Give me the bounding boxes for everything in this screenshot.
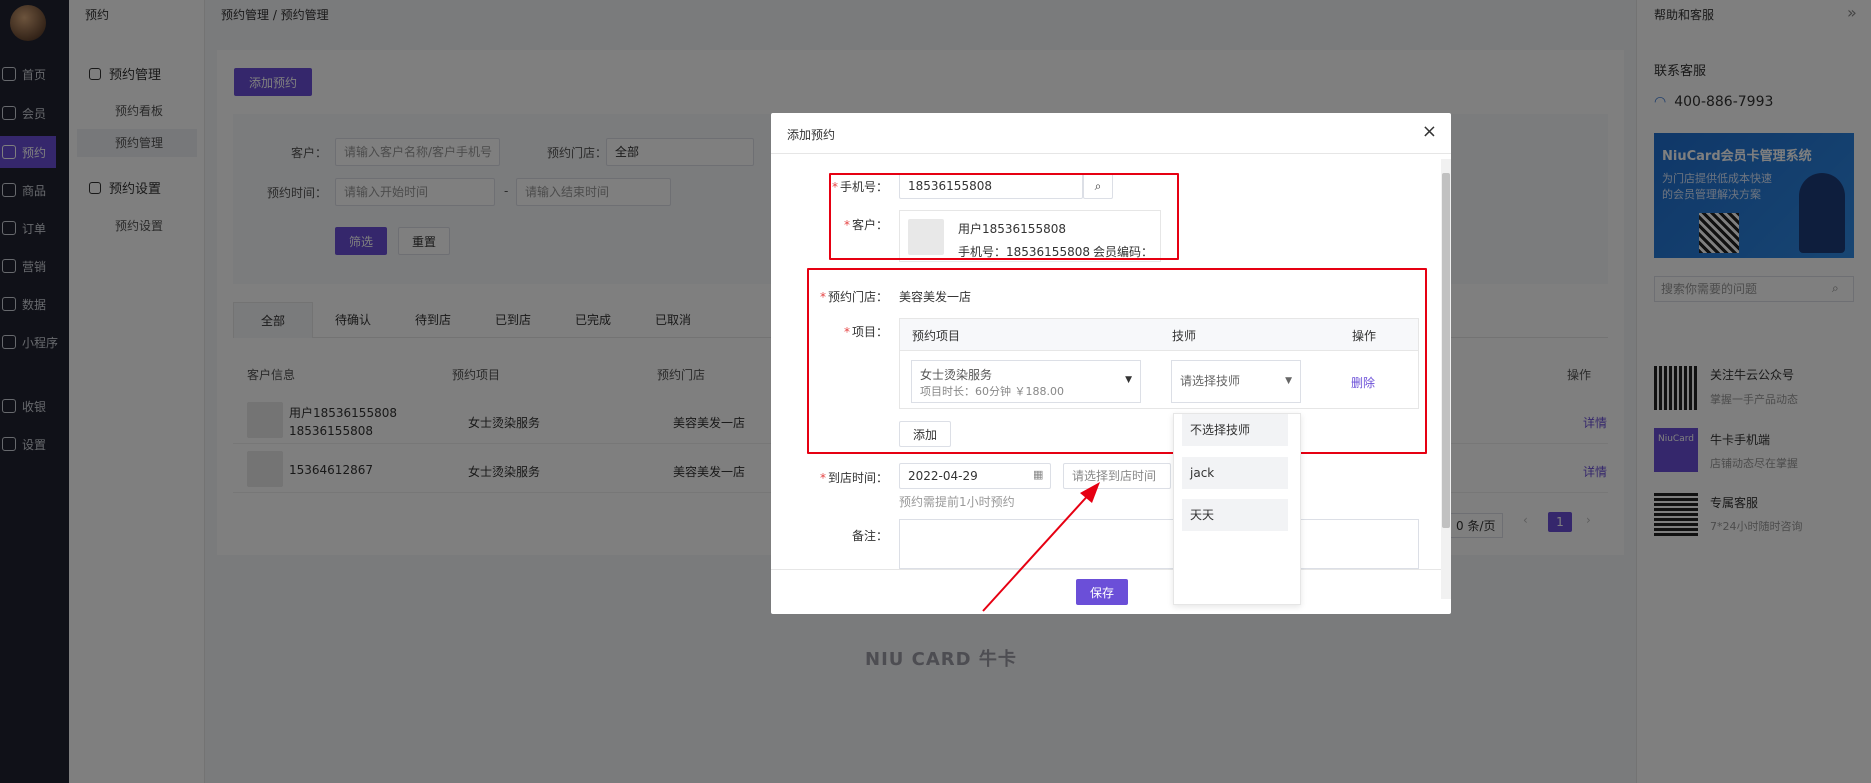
dropdown-option[interactable]: 天天 (1182, 499, 1288, 531)
divider (771, 569, 1441, 570)
arrival-label: * 到店时间： (819, 471, 888, 485)
annotation-box-customer (829, 173, 1179, 260)
dropdown-option[interactable]: 不选择技师 (1182, 414, 1288, 446)
arrival-hint: 预约需提前1小时预约 (899, 495, 1015, 509)
add-booking-modal: 添加预约 × * 手机号： 18536155808 ⌕ * 客户： 用户185361… (771, 113, 1451, 614)
divider (771, 153, 1451, 154)
modal-title: 添加预约 (787, 128, 836, 142)
arrival-date-input[interactable]: 2022-04-29 (899, 463, 1051, 489)
close-icon[interactable]: × (1422, 121, 1437, 142)
scrollbar-thumb[interactable] (1442, 173, 1450, 528)
remark-textarea[interactable] (899, 519, 1419, 569)
modal-scrollbar[interactable] (1441, 159, 1451, 599)
arrival-time-input[interactable]: 请选择到店时间 (1063, 463, 1171, 489)
calendar-icon: ▦ (1033, 468, 1044, 481)
remark-label: 备注： (851, 529, 888, 543)
dropdown-option[interactable]: jack (1182, 457, 1288, 489)
technician-dropdown: 不选择技师 jack 天天 (1173, 413, 1301, 605)
save-button[interactable]: 保存 (1076, 579, 1128, 605)
annotation-box-project (807, 268, 1427, 454)
